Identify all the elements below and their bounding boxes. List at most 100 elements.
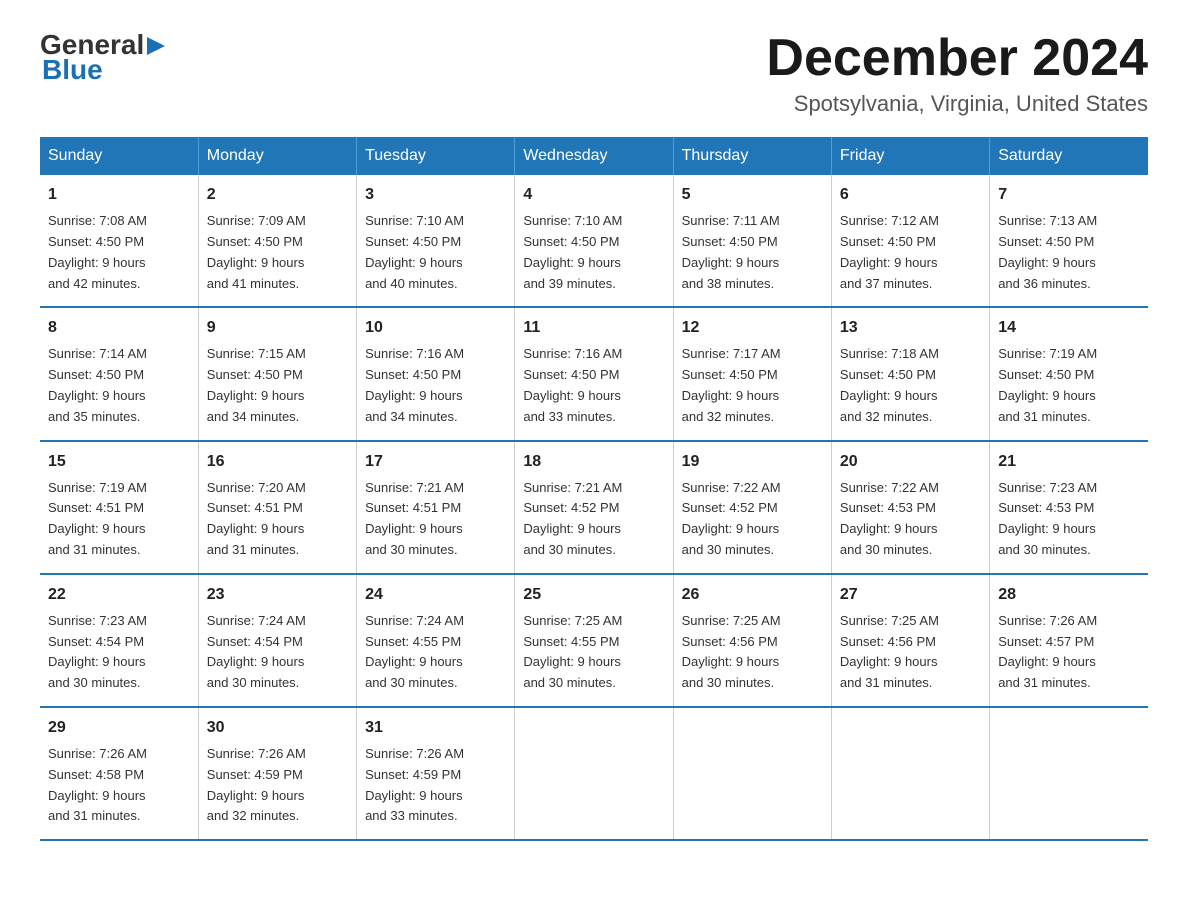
day-info: Sunrise: 7:24 AMSunset: 4:54 PMDaylight:… (207, 611, 348, 694)
day-number: 31 (365, 716, 506, 740)
header-friday: Friday (831, 137, 989, 175)
day-info: Sunrise: 7:13 AMSunset: 4:50 PMDaylight:… (998, 211, 1140, 294)
day-info: Sunrise: 7:11 AMSunset: 4:50 PMDaylight:… (682, 211, 823, 294)
calendar-cell: 2 Sunrise: 7:09 AMSunset: 4:50 PMDaylight… (198, 175, 356, 307)
calendar-cell: 11Sunrise: 7:16 AMSunset: 4:50 PMDayligh… (515, 307, 673, 440)
day-info: Sunrise: 7:19 AMSunset: 4:50 PMDaylight:… (998, 344, 1140, 427)
calendar-table: SundayMondayTuesdayWednesdayThursdayFrid… (40, 137, 1148, 841)
day-number: 17 (365, 450, 506, 474)
calendar-cell: 16 Sunrise: 7:20 AMSunset: 4:51 PMDayligh… (198, 441, 356, 574)
calendar-cell: 18Sunrise: 7:21 AMSunset: 4:52 PMDayligh… (515, 441, 673, 574)
day-number: 19 (682, 450, 823, 474)
calendar-cell: 27Sunrise: 7:25 AMSunset: 4:56 PMDayligh… (831, 574, 989, 707)
day-info: Sunrise: 7:17 AMSunset: 4:50 PMDaylight:… (682, 344, 823, 427)
day-info: Sunrise: 7:21 AMSunset: 4:51 PMDaylight:… (365, 478, 506, 561)
day-info: Sunrise: 7:15 AMSunset: 4:50 PMDaylight:… (207, 344, 348, 427)
day-number: 21 (998, 450, 1140, 474)
day-info: Sunrise: 7:19 AMSunset: 4:51 PMDaylight:… (48, 478, 190, 561)
day-number: 15 (48, 450, 190, 474)
day-info: Sunrise: 7:08 AMSunset: 4:50 PMDaylight:… (48, 211, 190, 294)
calendar-cell: 14 Sunrise: 7:19 AMSunset: 4:50 PMDayligh… (990, 307, 1148, 440)
day-number: 26 (682, 583, 823, 607)
calendar-week-row: 29Sunrise: 7:26 AMSunset: 4:58 PMDayligh… (40, 707, 1148, 840)
logo-blue: Blue (42, 56, 165, 84)
day-number: 22 (48, 583, 190, 607)
header-tuesday: Tuesday (357, 137, 515, 175)
logo: General Blue (40, 30, 165, 84)
calendar-week-row: 22Sunrise: 7:23 AMSunset: 4:54 PMDayligh… (40, 574, 1148, 707)
day-info: Sunrise: 7:20 AMSunset: 4:51 PMDaylight:… (207, 478, 348, 561)
calendar-week-row: 8Sunrise: 7:14 AMSunset: 4:50 PMDaylight… (40, 307, 1148, 440)
day-number: 12 (682, 316, 823, 340)
day-info: Sunrise: 7:14 AMSunset: 4:50 PMDaylight:… (48, 344, 190, 427)
day-info: Sunrise: 7:22 AMSunset: 4:53 PMDaylight:… (840, 478, 981, 561)
day-number: 14 (998, 316, 1140, 340)
calendar-cell (515, 707, 673, 840)
day-info: Sunrise: 7:24 AMSunset: 4:55 PMDaylight:… (365, 611, 506, 694)
calendar-week-row: 15 Sunrise: 7:19 AMSunset: 4:51 PMDayligh… (40, 441, 1148, 574)
calendar-cell: 7 Sunrise: 7:13 AMSunset: 4:50 PMDaylight… (990, 175, 1148, 307)
day-info: Sunrise: 7:10 AMSunset: 4:50 PMDaylight:… (365, 211, 506, 294)
day-number: 16 (207, 450, 348, 474)
calendar-cell: 20 Sunrise: 7:22 AMSunset: 4:53 PMDayligh… (831, 441, 989, 574)
day-info: Sunrise: 7:26 AMSunset: 4:58 PMDaylight:… (48, 744, 190, 827)
calendar-cell: 26 Sunrise: 7:25 AMSunset: 4:56 PMDayligh… (673, 574, 831, 707)
day-number: 10 (365, 316, 506, 340)
calendar-cell: 12 Sunrise: 7:17 AMSunset: 4:50 PMDayligh… (673, 307, 831, 440)
day-info: Sunrise: 7:10 AMSunset: 4:50 PMDaylight:… (523, 211, 664, 294)
calendar-cell: 24Sunrise: 7:24 AMSunset: 4:55 PMDayligh… (357, 574, 515, 707)
day-number: 30 (207, 716, 348, 740)
calendar-cell: 3 Sunrise: 7:10 AMSunset: 4:50 PMDaylight… (357, 175, 515, 307)
day-info: Sunrise: 7:12 AMSunset: 4:50 PMDaylight:… (840, 211, 981, 294)
calendar-cell: 6Sunrise: 7:12 AMSunset: 4:50 PMDaylight… (831, 175, 989, 307)
day-number: 5 (682, 183, 823, 207)
day-number: 1 (48, 183, 190, 207)
day-info: Sunrise: 7:22 AMSunset: 4:52 PMDaylight:… (682, 478, 823, 561)
calendar-cell: 21Sunrise: 7:23 AMSunset: 4:53 PMDayligh… (990, 441, 1148, 574)
day-number: 27 (840, 583, 981, 607)
calendar-cell: 10 Sunrise: 7:16 AMSunset: 4:50 PMDayligh… (357, 307, 515, 440)
calendar-cell (990, 707, 1148, 840)
calendar-cell: 19 Sunrise: 7:22 AMSunset: 4:52 PMDayligh… (673, 441, 831, 574)
day-info: Sunrise: 7:26 AMSunset: 4:59 PMDaylight:… (207, 744, 348, 827)
calendar-cell: 9 Sunrise: 7:15 AMSunset: 4:50 PMDaylight… (198, 307, 356, 440)
day-number: 20 (840, 450, 981, 474)
calendar-cell (673, 707, 831, 840)
day-info: Sunrise: 7:16 AMSunset: 4:50 PMDaylight:… (365, 344, 506, 427)
calendar-cell: 29Sunrise: 7:26 AMSunset: 4:58 PMDayligh… (40, 707, 198, 840)
day-number: 28 (998, 583, 1140, 607)
day-number: 7 (998, 183, 1140, 207)
calendar-cell: 1 Sunrise: 7:08 AMSunset: 4:50 PMDaylight… (40, 175, 198, 307)
header-saturday: Saturday (990, 137, 1148, 175)
calendar-cell: 28 Sunrise: 7:26 AMSunset: 4:57 PMDayligh… (990, 574, 1148, 707)
day-info: Sunrise: 7:25 AMSunset: 4:56 PMDaylight:… (682, 611, 823, 694)
calendar-week-row: 1 Sunrise: 7:08 AMSunset: 4:50 PMDaylight… (40, 175, 1148, 307)
day-info: Sunrise: 7:16 AMSunset: 4:50 PMDaylight:… (523, 344, 664, 427)
calendar-cell: 8Sunrise: 7:14 AMSunset: 4:50 PMDaylight… (40, 307, 198, 440)
day-number: 23 (207, 583, 348, 607)
day-number: 9 (207, 316, 348, 340)
month-title: December 2024 (766, 30, 1148, 87)
day-info: Sunrise: 7:09 AMSunset: 4:50 PMDaylight:… (207, 211, 348, 294)
day-number: 4 (523, 183, 664, 207)
calendar-cell: 22Sunrise: 7:23 AMSunset: 4:54 PMDayligh… (40, 574, 198, 707)
header-wednesday: Wednesday (515, 137, 673, 175)
calendar-cell: 23 Sunrise: 7:24 AMSunset: 4:54 PMDayligh… (198, 574, 356, 707)
header-sunday: Sunday (40, 137, 198, 175)
day-number: 3 (365, 183, 506, 207)
day-info: Sunrise: 7:18 AMSunset: 4:50 PMDaylight:… (840, 344, 981, 427)
calendar-cell: 13 Sunrise: 7:18 AMSunset: 4:50 PMDayligh… (831, 307, 989, 440)
calendar-header-row: SundayMondayTuesdayWednesdayThursdayFrid… (40, 137, 1148, 175)
header-thursday: Thursday (673, 137, 831, 175)
calendar-cell: 15 Sunrise: 7:19 AMSunset: 4:51 PMDayligh… (40, 441, 198, 574)
day-number: 13 (840, 316, 981, 340)
day-info: Sunrise: 7:25 AMSunset: 4:55 PMDaylight:… (523, 611, 664, 694)
calendar-cell: 31Sunrise: 7:26 AMSunset: 4:59 PMDayligh… (357, 707, 515, 840)
calendar-cell: 17 Sunrise: 7:21 AMSunset: 4:51 PMDayligh… (357, 441, 515, 574)
calendar-cell: 30 Sunrise: 7:26 AMSunset: 4:59 PMDayligh… (198, 707, 356, 840)
day-number: 25 (523, 583, 664, 607)
page-header: General Blue December 2024 Spotsylvania,… (40, 30, 1148, 117)
location: Spotsylvania, Virginia, United States (766, 91, 1148, 117)
day-number: 2 (207, 183, 348, 207)
day-info: Sunrise: 7:26 AMSunset: 4:57 PMDaylight:… (998, 611, 1140, 694)
